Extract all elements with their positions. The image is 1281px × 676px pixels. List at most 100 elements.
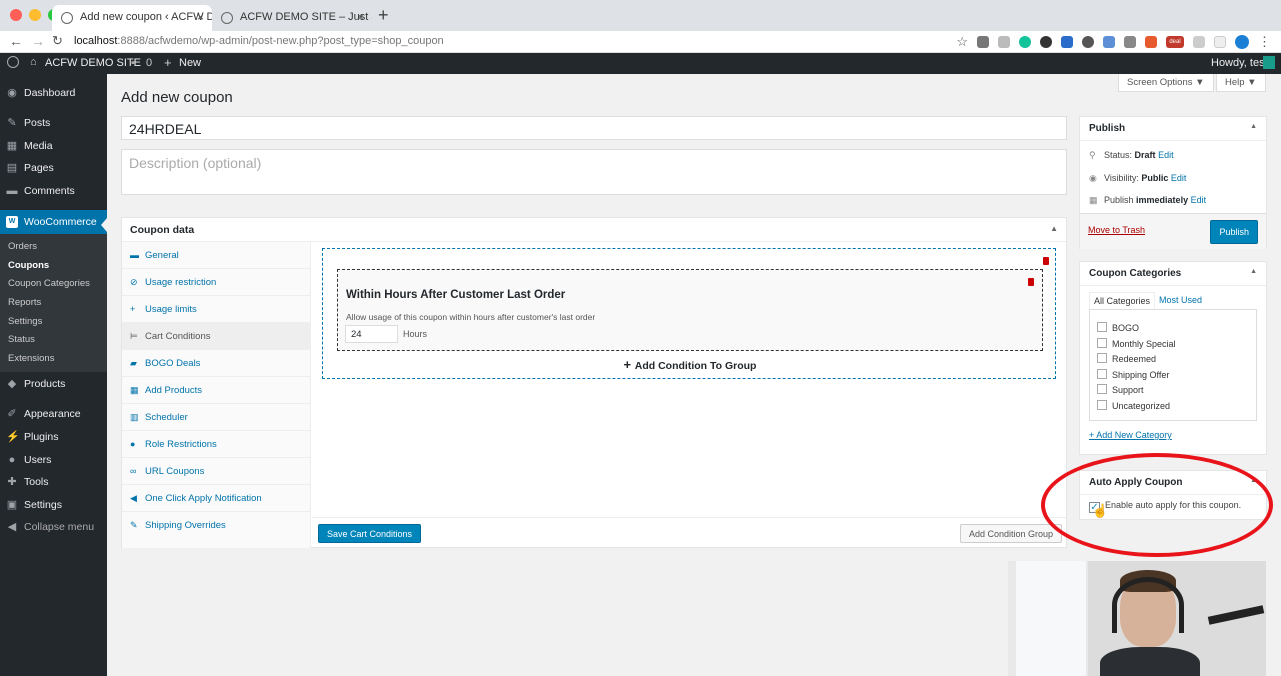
wordpress-logo-icon[interactable] [7,56,19,68]
save-cart-conditions-button[interactable]: Save Cart Conditions [318,524,422,543]
help-button[interactable]: Help ▼ [1216,74,1266,92]
category-item[interactable]: Uncategorized [1097,400,1170,411]
back-icon[interactable]: ← [9,33,23,49]
browser-tab[interactable]: ACFW DEMO SITE – Just anoth… × [212,5,372,31]
collapse-toggle-icon[interactable]: ▲ [1250,123,1257,130]
checkbox[interactable] [1097,338,1107,348]
category-item[interactable]: Support [1097,384,1144,395]
tab-usage-restriction[interactable]: ⊘ Usage restriction [122,269,311,296]
tab-usage-limits[interactable]: + Usage limits [122,296,311,323]
profile-avatar-icon[interactable] [1235,35,1249,49]
user-avatar-icon[interactable] [1263,56,1275,69]
coupon-code-input[interactable]: 24HRDEAL [121,116,1067,140]
sidebar-item-comments[interactable]: ▬ Comments [0,180,107,202]
sidebar-item-dashboard[interactable]: ◉ Dashboard [0,82,107,104]
tab-general[interactable]: ▬ General [122,242,311,269]
tab-close-icon[interactable]: × [357,10,364,24]
tab-one-click-apply[interactable]: ◀ One Click Apply Notification [122,485,311,512]
extension-icon[interactable] [1103,36,1115,48]
extension-icon[interactable] [1145,36,1157,48]
browser-tab-active[interactable]: Add new coupon ‹ ACFW DEM… × [52,5,212,31]
submenu-settings[interactable]: Settings [8,316,42,327]
move-to-trash-link[interactable]: Move to Trash [1088,225,1145,235]
edit-schedule-link[interactable]: Edit [1191,195,1207,205]
tab-url-coupons[interactable]: ∞ URL Coupons [122,458,311,485]
submenu-coupons[interactable]: Coupons [8,260,49,271]
tab-shipping-overrides[interactable]: ✎ Shipping Overrides [122,512,311,539]
brush-icon: ✐ [7,408,17,420]
tab-all-categories[interactable]: All Categories [1089,292,1156,310]
reload-icon[interactable]: ↻ [52,33,63,49]
delete-group-icon[interactable] [1043,257,1049,265]
deal-extension-icon[interactable]: deal [1166,36,1184,48]
sidebar-item-plugins[interactable]: ⚡ Plugins [0,426,107,448]
browser-menu-icon[interactable]: ⋮ [1258,34,1271,50]
close-window-icon[interactable] [10,9,22,21]
tab-close-icon[interactable]: × [197,10,204,24]
checkbox[interactable] [1097,353,1107,363]
extension-icon[interactable] [1040,36,1052,48]
tab-bogo-deals[interactable]: ▰ BOGO Deals [122,350,311,377]
extension-icon[interactable] [998,36,1010,48]
tab-add-products[interactable]: ▦ Add Products [122,377,311,404]
add-condition-to-group-button[interactable]: + Add Condition To Group [323,357,1057,372]
extension-icon[interactable] [1061,36,1073,48]
edit-status-link[interactable]: Edit [1158,150,1174,160]
site-name-link[interactable]: ACFW DEMO SITE [45,57,141,69]
sidebar-item-tools[interactable]: ✚ Tools [0,471,107,493]
extension-icon[interactable] [1214,36,1226,48]
submenu-reports[interactable]: Reports [8,297,41,308]
add-new-category-link[interactable]: + Add New Category [1089,430,1172,440]
sidebar-item-users[interactable]: ● Users [0,449,107,471]
minimize-window-icon[interactable] [29,9,41,21]
submenu-orders[interactable]: Orders [8,241,37,252]
sidebar-item-pages[interactable]: ▤ Pages [0,157,107,179]
sidebar-item-media[interactable]: ▦ Media [0,135,107,157]
checkbox[interactable] [1097,400,1107,410]
checkbox[interactable] [1097,369,1107,379]
sidebar-item-settings[interactable]: ▣ Settings [0,494,107,516]
extension-icon[interactable] [1193,36,1205,48]
category-item[interactable]: Shipping Offer [1097,369,1169,380]
comments-count[interactable]: 0 [146,57,152,69]
tab-cart-conditions[interactable]: ⊨ Cart Conditions [122,323,311,350]
category-item[interactable]: Redeemed [1097,353,1156,364]
forward-icon[interactable]: → [31,33,45,49]
collapse-toggle-icon[interactable]: ▲ [1050,224,1058,233]
tab-most-used[interactable]: Most Used [1155,292,1206,308]
tab-scheduler[interactable]: ▥ Scheduler [122,404,311,431]
sidebar-item-appearance[interactable]: ✐ Appearance [0,403,107,425]
category-item[interactable]: Monthly Special [1097,338,1176,349]
checkbox[interactable] [1097,322,1107,332]
sidebar-item-products[interactable]: ◆ Products [0,373,107,395]
tab-role-restrictions[interactable]: ● Role Restrictions [122,431,311,458]
edit-visibility-link[interactable]: Edit [1171,173,1187,183]
grammarly-icon[interactable] [1019,36,1031,48]
bookmark-star-icon[interactable]: ☆ [956,34,968,50]
extension-icon[interactable] [1124,36,1136,48]
submenu-extensions[interactable]: Extensions [8,353,54,364]
howdy-user-link[interactable]: Howdy, test [1211,57,1268,69]
submenu-coupon-categories[interactable]: Coupon Categories [8,278,90,289]
new-content-link[interactable]: New [179,57,201,69]
publish-button[interactable]: Publish [1210,220,1258,244]
extension-icon[interactable] [977,36,989,48]
sidebar-item-posts[interactable]: ✎ Posts [0,112,107,134]
condition-description: Allow usage of this coupon within hours … [346,312,596,322]
comments-bubble-icon[interactable]: ▪ [131,57,135,69]
add-condition-group-button[interactable]: Add Condition Group [960,524,1063,543]
checkbox[interactable] [1097,384,1107,394]
collapse-menu-button[interactable]: ◀ Collapse menu [0,516,107,538]
url-field[interactable]: localhost:8888/acfwdemo/wp-admin/post-ne… [74,35,444,47]
description-textarea[interactable]: Description (optional) [121,149,1067,195]
submenu-status[interactable]: Status [8,334,35,345]
sidebar-item-woocommerce[interactable]: W WooCommerce [0,210,107,234]
hours-input[interactable]: 24 [345,325,398,343]
screen-options-button[interactable]: Screen Options ▼ [1118,74,1214,92]
collapse-toggle-icon[interactable]: ▲ [1250,268,1257,275]
home-icon[interactable]: ⌂ [30,56,37,68]
category-item[interactable]: BOGO [1097,322,1139,333]
wordpress-extension-icon[interactable] [1082,36,1094,48]
delete-condition-icon[interactable] [1028,278,1034,286]
new-tab-button[interactable]: + [378,5,389,26]
